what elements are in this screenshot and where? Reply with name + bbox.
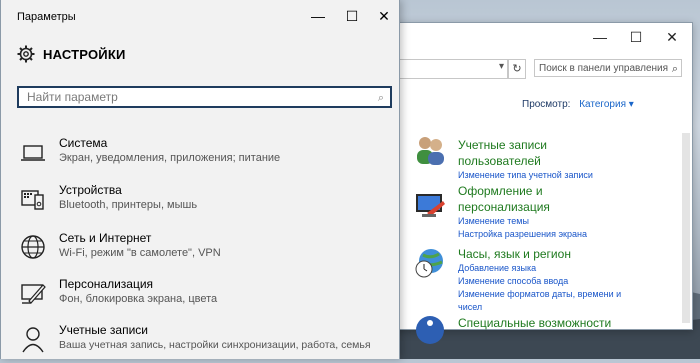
settings-item-personalization[interactable]: Персонализация Фон, блокировка экрана, ц… <box>19 277 389 317</box>
search-icon[interactable]: ⌕ <box>378 89 384 107</box>
category-link[interactable]: Изменение форматов даты, времени и <box>458 288 628 301</box>
close-button[interactable]: ✕ <box>658 29 686 46</box>
settings-item-accounts[interactable]: Учетные записи Ваша учетная запись, наст… <box>19 323 389 363</box>
settings-item-subtitle: Bluetooth, принтеры, мышь <box>59 199 198 211</box>
settings-item-devices[interactable]: Устройства Bluetooth, принтеры, мышь <box>19 183 389 223</box>
address-bar[interactable]: ▾ <box>396 59 508 79</box>
settings-header: НАСТРОЙКИ <box>17 44 126 64</box>
category-title[interactable]: персонализация <box>458 199 628 215</box>
scrollbar[interactable] <box>682 133 690 323</box>
settings-item-title: Устройства <box>59 183 122 197</box>
settings-item-subtitle: Ваша учетная запись, настройки синхрониз… <box>59 339 371 351</box>
user-icon <box>22 327 44 353</box>
control-panel-search-input[interactable]: Поиск в панели управления ⌕ <box>534 59 682 77</box>
settings-item-network[interactable]: Сеть и Интернет Wi-Fi, режим "в самолете… <box>19 231 389 271</box>
maximize-button[interactable]: ☐ <box>622 29 650 46</box>
control-panel-window: — ☐ ✕ ▾ ↻ Поиск в панели управления ⌕ Пр… <box>385 22 693 344</box>
globe-icon <box>21 235 45 259</box>
search-placeholder: Поиск в панели управления <box>539 63 669 74</box>
window-title: Параметры <box>17 11 76 23</box>
minimize-button[interactable]: — <box>586 29 614 45</box>
settings-item-subtitle: Экран, уведомления, приложения; питание <box>59 152 281 164</box>
view-by-dropdown[interactable]: Категория ▾ <box>579 99 634 110</box>
view-by-label: Просмотр: <box>522 99 571 110</box>
category-link[interactable]: Добавление языка <box>458 262 628 275</box>
settings-item-title: Сеть и Интернет <box>59 231 152 245</box>
category-title[interactable]: Оформление и <box>458 183 628 199</box>
laptop-icon <box>21 145 45 161</box>
category-link[interactable]: Изменение способа ввода <box>458 275 628 288</box>
control-panel-titlebar: — ☐ ✕ <box>386 23 692 55</box>
settings-item-title: Персонализация <box>59 277 154 291</box>
close-button[interactable]: ✕ <box>369 8 399 25</box>
maximize-button[interactable]: ☐ <box>337 8 367 25</box>
category-title[interactable]: Часы, язык и регион <box>458 246 628 262</box>
search-icon[interactable]: ⌕ <box>672 60 678 78</box>
accessibility-icon <box>416 316 444 344</box>
paint-icon <box>21 284 46 304</box>
settings-item-title: Система <box>59 136 108 150</box>
settings-item-title: Учетные записи <box>59 323 148 337</box>
devices-icon <box>21 190 44 210</box>
clock-globe-icon <box>415 249 443 278</box>
settings-titlebar: Параметры — ☐ ✕ <box>1 0 399 30</box>
refresh-button[interactable]: ↻ <box>508 59 526 79</box>
category-user-accounts[interactable]: Учетные записи пользователей Изменение т… <box>458 137 628 182</box>
category-link[interactable]: чисел <box>458 301 628 314</box>
category-clock-region[interactable]: Часы, язык и регион Добавление языка Изм… <box>458 246 628 314</box>
settings-window: Параметры — ☐ ✕ НАСТРОЙКИ Найти параметр… <box>0 0 400 359</box>
page-title: НАСТРОЙКИ <box>43 46 126 62</box>
display-paint-icon <box>416 194 445 217</box>
settings-search-input[interactable]: Найти параметр ⌕ <box>17 86 392 108</box>
category-link[interactable]: Изменение темы <box>458 215 628 228</box>
category-link[interactable]: Настройка разрешения экрана <box>458 228 628 241</box>
search-placeholder: Найти параметр <box>27 90 118 104</box>
category-appearance[interactable]: Оформление и персонализация Изменение те… <box>458 183 628 241</box>
category-title[interactable]: Специальные возможности <box>458 315 628 331</box>
category-accessibility[interactable]: Специальные возможности <box>458 315 628 331</box>
settings-item-subtitle: Фон, блокировка экрана, цвета <box>59 293 218 305</box>
settings-item-system[interactable]: Система Экран, уведомления, приложения; … <box>19 136 389 176</box>
settings-item-subtitle: Wi-Fi, режим "в самолете", VPN <box>59 247 221 259</box>
category-title[interactable]: Учетные записи <box>458 137 628 153</box>
minimize-button[interactable]: — <box>303 8 333 24</box>
chevron-down-icon[interactable]: ▾ <box>499 61 504 72</box>
users-icon <box>417 137 444 165</box>
gear-icon <box>17 45 35 63</box>
category-link[interactable]: Изменение типа учетной записи <box>458 169 628 182</box>
category-title[interactable]: пользователей <box>458 153 628 169</box>
view-by: Просмотр: Категория ▾ <box>522 99 634 110</box>
